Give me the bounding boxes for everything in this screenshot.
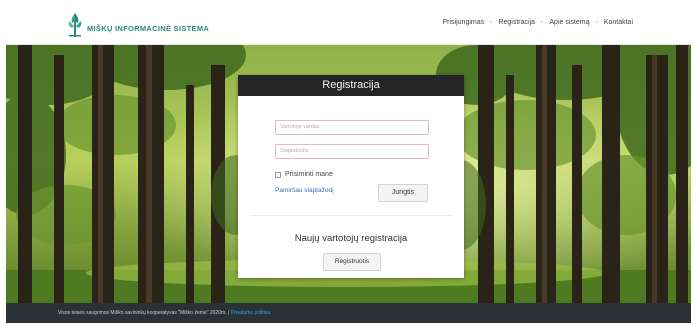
login-card: Registracija Vartotojo vardas Slaptažodi…	[238, 75, 464, 278]
nav-login[interactable]: Prisijungimas	[443, 19, 485, 26]
login-button[interactable]: Jungtis	[378, 184, 428, 202]
divider	[250, 215, 452, 216]
nav-about[interactable]: Apie sistemą	[549, 19, 589, 26]
remember-me[interactable]: Prisiminti mane	[275, 171, 333, 178]
register-button[interactable]: Registruotis	[323, 253, 381, 271]
username-input[interactable]: Vartotojo vardas	[275, 120, 429, 135]
header: MIŠKŲ INFORMACINĖ SISTEMA Prisijungimas …	[6, 5, 691, 45]
forgot-password-link[interactable]: Pamiršau slaptažodį	[275, 187, 334, 194]
tree-logo-icon	[66, 11, 84, 37]
privacy-policy-link[interactable]: Privatumo politika	[231, 310, 270, 316]
nav-separator: -	[595, 19, 598, 26]
logo-text: MIŠKŲ INFORMACINĖ SISTEMA	[87, 24, 210, 33]
nav-contacts[interactable]: Kontaktai	[604, 19, 633, 26]
remember-label: Prisiminti mane	[285, 171, 333, 178]
card-title: Registracija	[238, 75, 464, 96]
nav-separator: -	[490, 19, 493, 26]
footer: Visos teisės saugomos Miško savininkų ko…	[6, 303, 691, 323]
password-input[interactable]: Slaptažodis	[275, 144, 429, 159]
nav-registration[interactable]: Registracija	[498, 19, 535, 26]
footer-copyright: Visos teisės saugomos Miško savininkų ko…	[58, 310, 230, 316]
page-frame: MIŠKŲ INFORMACINĖ SISTEMA Prisijungimas …	[6, 5, 691, 323]
logo[interactable]: MIŠKŲ INFORMACINĖ SISTEMA	[66, 11, 209, 37]
register-heading: Naujų vartotojų registracija	[294, 233, 408, 244]
remember-checkbox[interactable]	[275, 171, 281, 178]
main-nav: Prisijungimas - Registracija - Apie sist…	[443, 19, 634, 26]
nav-separator: -	[541, 19, 544, 26]
